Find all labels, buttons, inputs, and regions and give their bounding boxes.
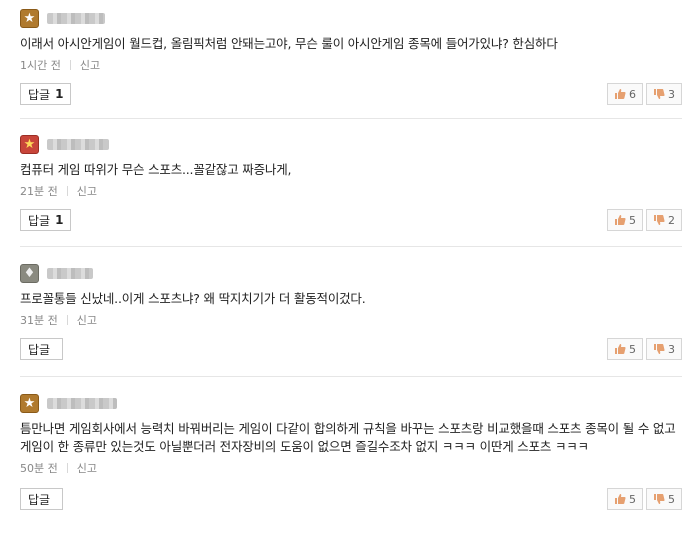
rank-badge-icon: ♦ xyxy=(20,263,39,283)
comment-divider xyxy=(20,118,682,119)
like-button[interactable]: 5 xyxy=(607,488,643,510)
thumbs-up-icon xyxy=(615,215,626,225)
reply-button[interactable]: 답글 xyxy=(20,338,64,360)
reply-label: 답글 xyxy=(28,213,51,228)
vote-group: 5 5 xyxy=(607,488,682,510)
rank-badge-icon: ★ xyxy=(20,393,39,413)
nickname-blurred xyxy=(47,397,117,409)
vote-group: 5 3 xyxy=(607,338,682,360)
comment-header: ♦ xyxy=(20,263,682,283)
nickname-blurred xyxy=(47,267,93,279)
thumbs-down-icon xyxy=(654,89,665,99)
dislike-count: 3 xyxy=(668,87,675,101)
comment-divider xyxy=(20,246,682,247)
dislike-count: 5 xyxy=(668,492,675,506)
comment-text: 컴퓨터 게임 따위가 무슨 스포츠...꼴같잖고 짜증나게, xyxy=(20,162,292,177)
nickname-blurred xyxy=(47,138,109,150)
comment-time: 1시간 전 xyxy=(20,59,61,72)
rank-badge-icon: ★ xyxy=(20,134,39,154)
thumbs-down-icon xyxy=(654,494,665,504)
thumbs-up-icon xyxy=(615,89,626,99)
dislike-button[interactable]: 5 xyxy=(646,488,682,510)
thumbs-down-icon xyxy=(654,344,665,354)
thumbs-up-icon xyxy=(615,344,626,354)
like-button[interactable]: 6 xyxy=(607,83,643,105)
comment-header: ★ xyxy=(20,8,682,28)
comment-actions: 답글 5 5 xyxy=(20,488,682,512)
nickname-blurred xyxy=(47,12,105,24)
like-count: 5 xyxy=(629,342,636,356)
comment-item: ★ 이래서 아시안게임이 월드컵, 올림픽처럼 안돼는고야, 무슨 룰이 아시안… xyxy=(20,8,682,107)
reply-label: 답글 xyxy=(28,87,51,102)
thumbs-down-icon xyxy=(654,215,665,225)
like-count: 5 xyxy=(629,492,636,506)
comment-item: ★ 틈만나면 게임회사에서 능력치 바꿔버리는 게임이 다같이 합의하게 규칙을… xyxy=(20,393,682,512)
dislike-button[interactable]: 3 xyxy=(646,83,682,105)
like-count: 6 xyxy=(629,87,636,101)
reply-count: 1 xyxy=(55,87,64,101)
like-button[interactable]: 5 xyxy=(607,209,643,231)
comment-meta: 50분 전 신고 xyxy=(20,460,682,476)
vote-group: 5 2 xyxy=(607,209,682,231)
reply-button[interactable]: 답글 xyxy=(20,488,64,510)
comment-text: 프로꼴통들 신났네..이게 스포츠냐? 왜 딱지치기가 더 활동적이겄다. xyxy=(20,291,366,306)
dislike-count: 2 xyxy=(668,213,675,227)
reply-button[interactable]: 답글 1 xyxy=(20,83,72,105)
comment-text: 틈만나면 게임회사에서 능력치 바꿔버리는 게임이 다같이 합의하게 규칙을 바… xyxy=(20,421,676,454)
comment-meta: 21분 전 신고 xyxy=(20,183,682,199)
comment-divider xyxy=(20,376,682,377)
reply-label: 답글 xyxy=(28,492,51,507)
comment-header: ★ xyxy=(20,134,682,154)
comment-actions: 답글 5 3 xyxy=(20,338,682,362)
meta-separator xyxy=(66,186,68,196)
report-link[interactable]: 신고 xyxy=(77,312,97,328)
comment-time: 50분 전 xyxy=(20,462,58,475)
vote-group: 6 3 xyxy=(607,83,682,105)
meta-separator xyxy=(69,60,71,70)
reply-label: 답글 xyxy=(28,342,51,357)
comment-actions: 답글 1 5 2 xyxy=(20,209,682,233)
comment-time: 31분 전 xyxy=(20,314,58,327)
comment-text: 이래서 아시안게임이 월드컵, 올림픽처럼 안돼는고야, 무슨 룰이 아시안게임… xyxy=(20,36,558,51)
comment-meta: 1시간 전 신고 xyxy=(20,57,682,73)
meta-separator xyxy=(66,463,68,473)
comment-actions: 답글 1 6 3 xyxy=(20,83,682,107)
report-link[interactable]: 신고 xyxy=(77,183,97,199)
dislike-count: 3 xyxy=(668,342,675,356)
comment-time: 21분 전 xyxy=(20,185,58,198)
comment-meta: 31분 전 신고 xyxy=(20,312,682,328)
thumbs-up-icon xyxy=(615,494,626,504)
comment-header: ★ xyxy=(20,393,682,413)
dislike-button[interactable]: 2 xyxy=(646,209,682,231)
comment-item: ♦ 프로꼴통들 신났네..이게 스포츠냐? 왜 딱지치기가 더 활동적이겄다. … xyxy=(20,263,682,362)
like-button[interactable]: 5 xyxy=(607,338,643,360)
reply-button[interactable]: 답글 1 xyxy=(20,209,72,231)
dislike-button[interactable]: 3 xyxy=(646,338,682,360)
report-link[interactable]: 신고 xyxy=(77,460,97,476)
rank-badge-icon: ★ xyxy=(20,8,39,28)
reply-count: 1 xyxy=(55,213,64,227)
like-count: 5 xyxy=(629,213,636,227)
meta-separator xyxy=(66,315,68,325)
report-link[interactable]: 신고 xyxy=(80,57,100,73)
comment-item: ★ 컴퓨터 게임 따위가 무슨 스포츠...꼴같잖고 짜증나게, 21분 전 신… xyxy=(20,134,682,233)
